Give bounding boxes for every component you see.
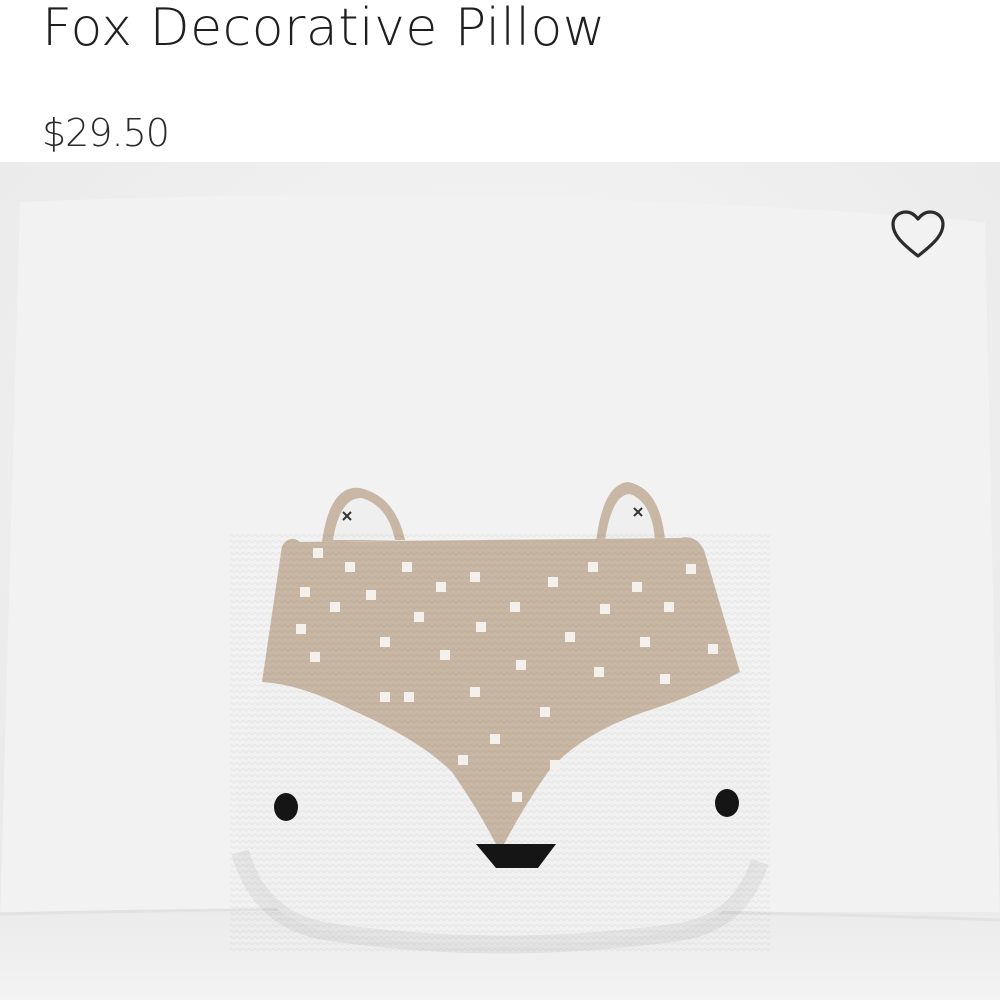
product-image[interactable]: [0, 162, 1000, 1000]
product-title: Fox Decorative Pillow: [42, 0, 606, 58]
heart-outline-icon: [891, 210, 945, 258]
left-eye: [274, 793, 298, 821]
fox-pillow-illustration: [0, 162, 1000, 1000]
favorite-button[interactable]: [890, 210, 950, 270]
product-price: $29.50: [42, 111, 170, 155]
right-eye: [715, 789, 739, 817]
